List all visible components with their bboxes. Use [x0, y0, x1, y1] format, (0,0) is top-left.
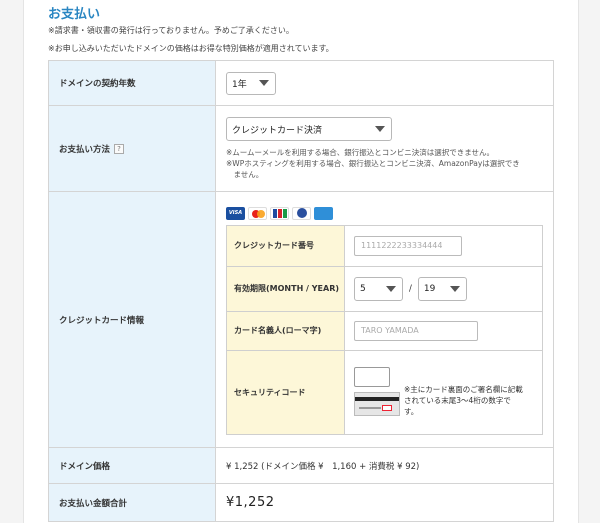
expiry-month-select[interactable]: 5	[354, 276, 403, 301]
special-price-note: ※お申し込みいただいたドメインの価格はお得な特別価格が適用されています。	[48, 44, 334, 53]
chevron-down-icon	[375, 126, 385, 132]
payment-method-value: クレジットカード決済	[232, 125, 323, 136]
security-code-note: ※主にカード裏面のご署名欄に記載されている末尾3〜4桁の数字です。	[404, 385, 523, 416]
card-info-row: クレジットカード情報 VISA クレジットカード番号 1111222233334…	[48, 191, 554, 448]
domain-price-row: ドメイン価格 ¥ 1,252 (ドメイン価格 ¥ 1,160 + 消費税 ¥ 9…	[48, 447, 554, 484]
mastercard-icon	[248, 206, 267, 220]
payment-method-note: ※ムームーメールを利用する場合、銀行振込とコンビニ決済は選択できません。 ※WP…	[226, 148, 520, 179]
contract-label: ドメインの契約年数	[48, 60, 216, 106]
expiry-label: 有効期限(MONTH / YEAR)	[226, 265, 345, 312]
cardholder-name-input[interactable]: TARO YAMADA	[354, 320, 478, 341]
diners-icon	[292, 206, 311, 220]
expiry-separator: /	[409, 283, 412, 294]
payment-form-table: ドメインの契約年数 1年 お支払い方法? クレジットカード決済 ※ムームーメール…	[48, 60, 554, 522]
card-brands: VISA	[226, 206, 553, 220]
card-number-input[interactable]: 1111222233334444	[354, 235, 462, 256]
help-icon[interactable]: ?	[114, 144, 125, 154]
card-details-table: クレジットカード番号 1111222233334444 有効期限(MONTH /…	[226, 224, 543, 435]
security-code-input[interactable]	[354, 367, 390, 387]
payment-method-select[interactable]: クレジットカード決済	[226, 117, 392, 141]
invoice-note: ※請求書・領収書の発行は行っておりません。予めご了承ください。	[48, 26, 294, 35]
cardholder-name-label: カード名義人(ローマ字)	[226, 310, 345, 351]
total-label: お支払い金額合計	[48, 483, 216, 522]
card-info-label: クレジットカード情報	[48, 191, 216, 448]
card-number-label: クレジットカード番号	[226, 224, 345, 267]
security-code-label: セキュリティコード	[226, 349, 345, 435]
total-row: お支払い金額合計 ¥1,252	[48, 483, 554, 522]
contract-row: ドメインの契約年数 1年	[48, 60, 554, 106]
visa-icon: VISA	[226, 206, 245, 220]
chevron-down-icon	[386, 285, 396, 292]
payment-method-row: お支払い方法? クレジットカード決済 ※ムームーメールを利用する場合、銀行振込と…	[48, 105, 554, 192]
domain-price-value: ¥ 1,252 (ドメイン価格 ¥ 1,160 + 消費税 ¥ 92)	[215, 447, 554, 484]
payment-method-label: お支払い方法	[59, 144, 111, 155]
card-back-icon	[354, 392, 400, 416]
chevron-down-icon	[449, 285, 460, 292]
total-amount: ¥1,252	[226, 495, 275, 510]
jcb-icon	[270, 206, 289, 220]
domain-price-label: ドメイン価格	[48, 447, 216, 484]
chevron-down-icon	[259, 80, 269, 86]
section-title: お支払い	[48, 7, 101, 22]
amex-icon	[314, 206, 333, 220]
expiry-year-select[interactable]: 19	[417, 276, 467, 301]
contract-years-select[interactable]: 1年	[226, 71, 276, 95]
contract-years-value: 1年	[232, 79, 247, 90]
